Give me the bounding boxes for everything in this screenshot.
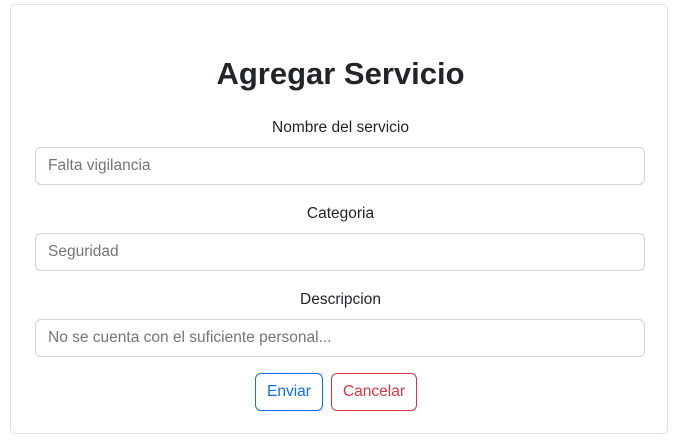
description-input[interactable] <box>35 319 645 357</box>
category-input[interactable] <box>35 233 645 271</box>
cancel-button[interactable]: Cancelar <box>331 373 417 411</box>
service-name-label: Nombre del servicio <box>272 119 409 136</box>
category-label: Categoria <box>306 205 375 222</box>
description-label: Descripcion <box>300 291 381 308</box>
page-title: Agregar Servicio <box>216 56 465 91</box>
submit-button[interactable]: Enviar <box>255 373 323 411</box>
service-name-input[interactable] <box>35 147 645 185</box>
